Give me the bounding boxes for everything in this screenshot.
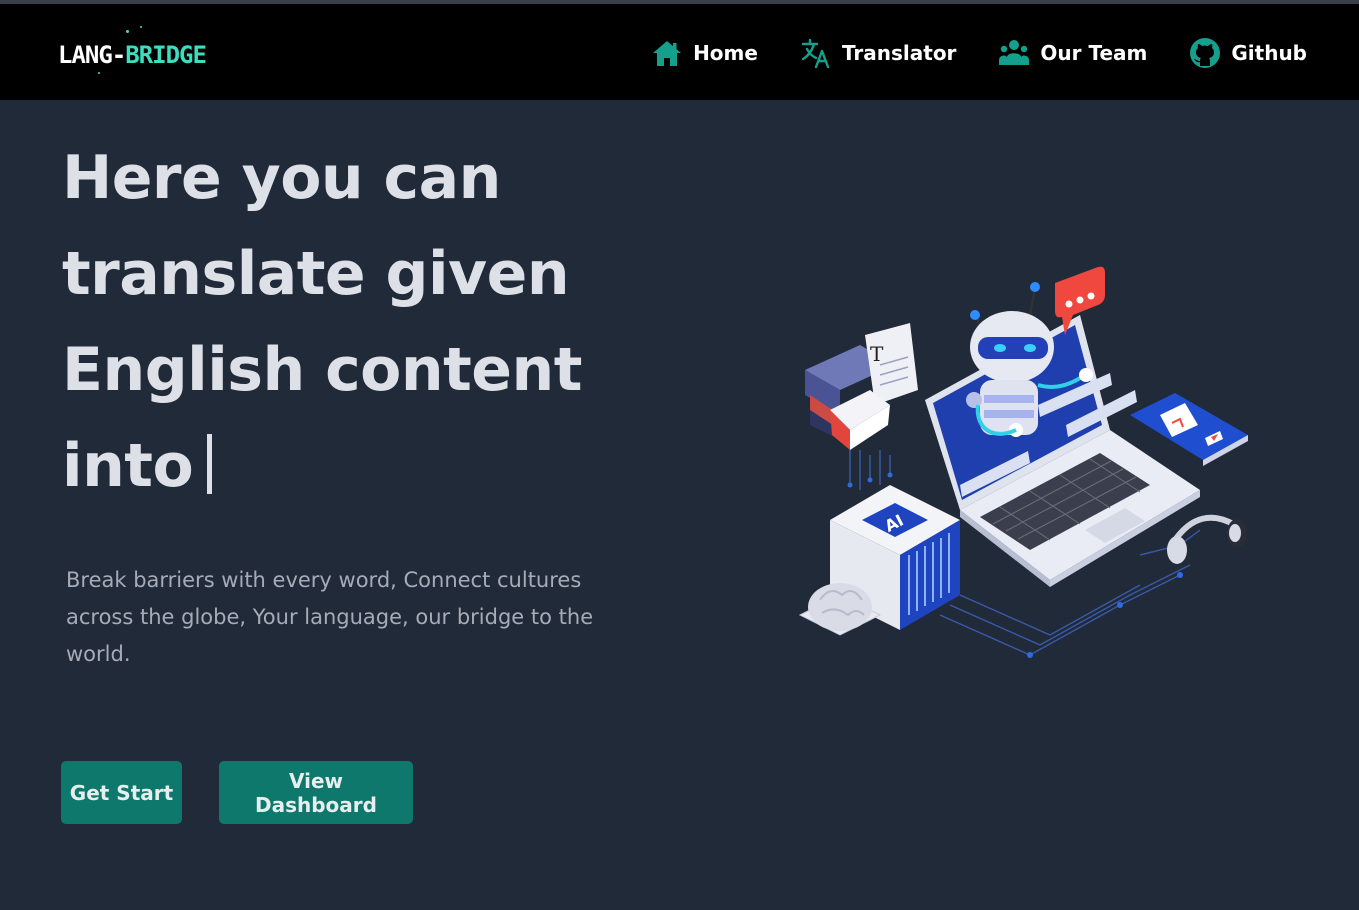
team-icon [998,37,1030,69]
phone [1130,393,1248,466]
logo-spark [126,30,129,33]
hero-headline-line1: Here you can [62,143,501,213]
headphones-icon [1167,514,1247,564]
github-icon [1189,37,1221,69]
main-nav: Home Translator Our Team Github [609,34,1307,72]
logo-text-bridge: BRIDGE [125,41,207,69]
home-icon [651,37,683,69]
nav-translator[interactable]: Translator [800,34,956,72]
ai-chip-cube: AI [798,485,960,636]
logo-spark [98,72,100,74]
nav-home[interactable]: Home [651,34,758,72]
hero-headline-line3: English content [62,335,582,405]
hero-headline: Here you can translate given English con… [62,130,702,514]
hero-illustration: T AI [780,255,1260,675]
hero-headline-line4: into [62,431,194,501]
get-start-button[interactable]: Get Start [61,761,182,824]
nav-github-label: Github [1231,41,1307,65]
logo-text-lang: LANG- [58,41,126,69]
translate-icon [800,37,832,69]
doc-letter: T [870,342,884,366]
view-dashboard-button[interactable]: View Dashboard [219,761,413,824]
nav-home-label: Home [693,41,758,65]
typing-cursor [207,434,213,494]
hero-headline-line2: translate given [62,239,570,309]
navbar: LANG- BRIDGE Home Translator Our Team Gi… [0,4,1359,100]
logo[interactable]: LANG- BRIDGE [58,26,207,74]
ai-laptop-illustration: T AI [798,266,1248,658]
hero-subtitle: Break barriers with every word, Connect … [66,568,594,666]
nav-github[interactable]: Github [1189,34,1307,72]
nav-our-team[interactable]: Our Team [998,34,1147,72]
nav-translator-label: Translator [841,41,957,65]
nav-our-team-label: Our Team [1040,41,1148,65]
books-and-document: T [805,323,918,450]
logo-spark [140,26,142,28]
